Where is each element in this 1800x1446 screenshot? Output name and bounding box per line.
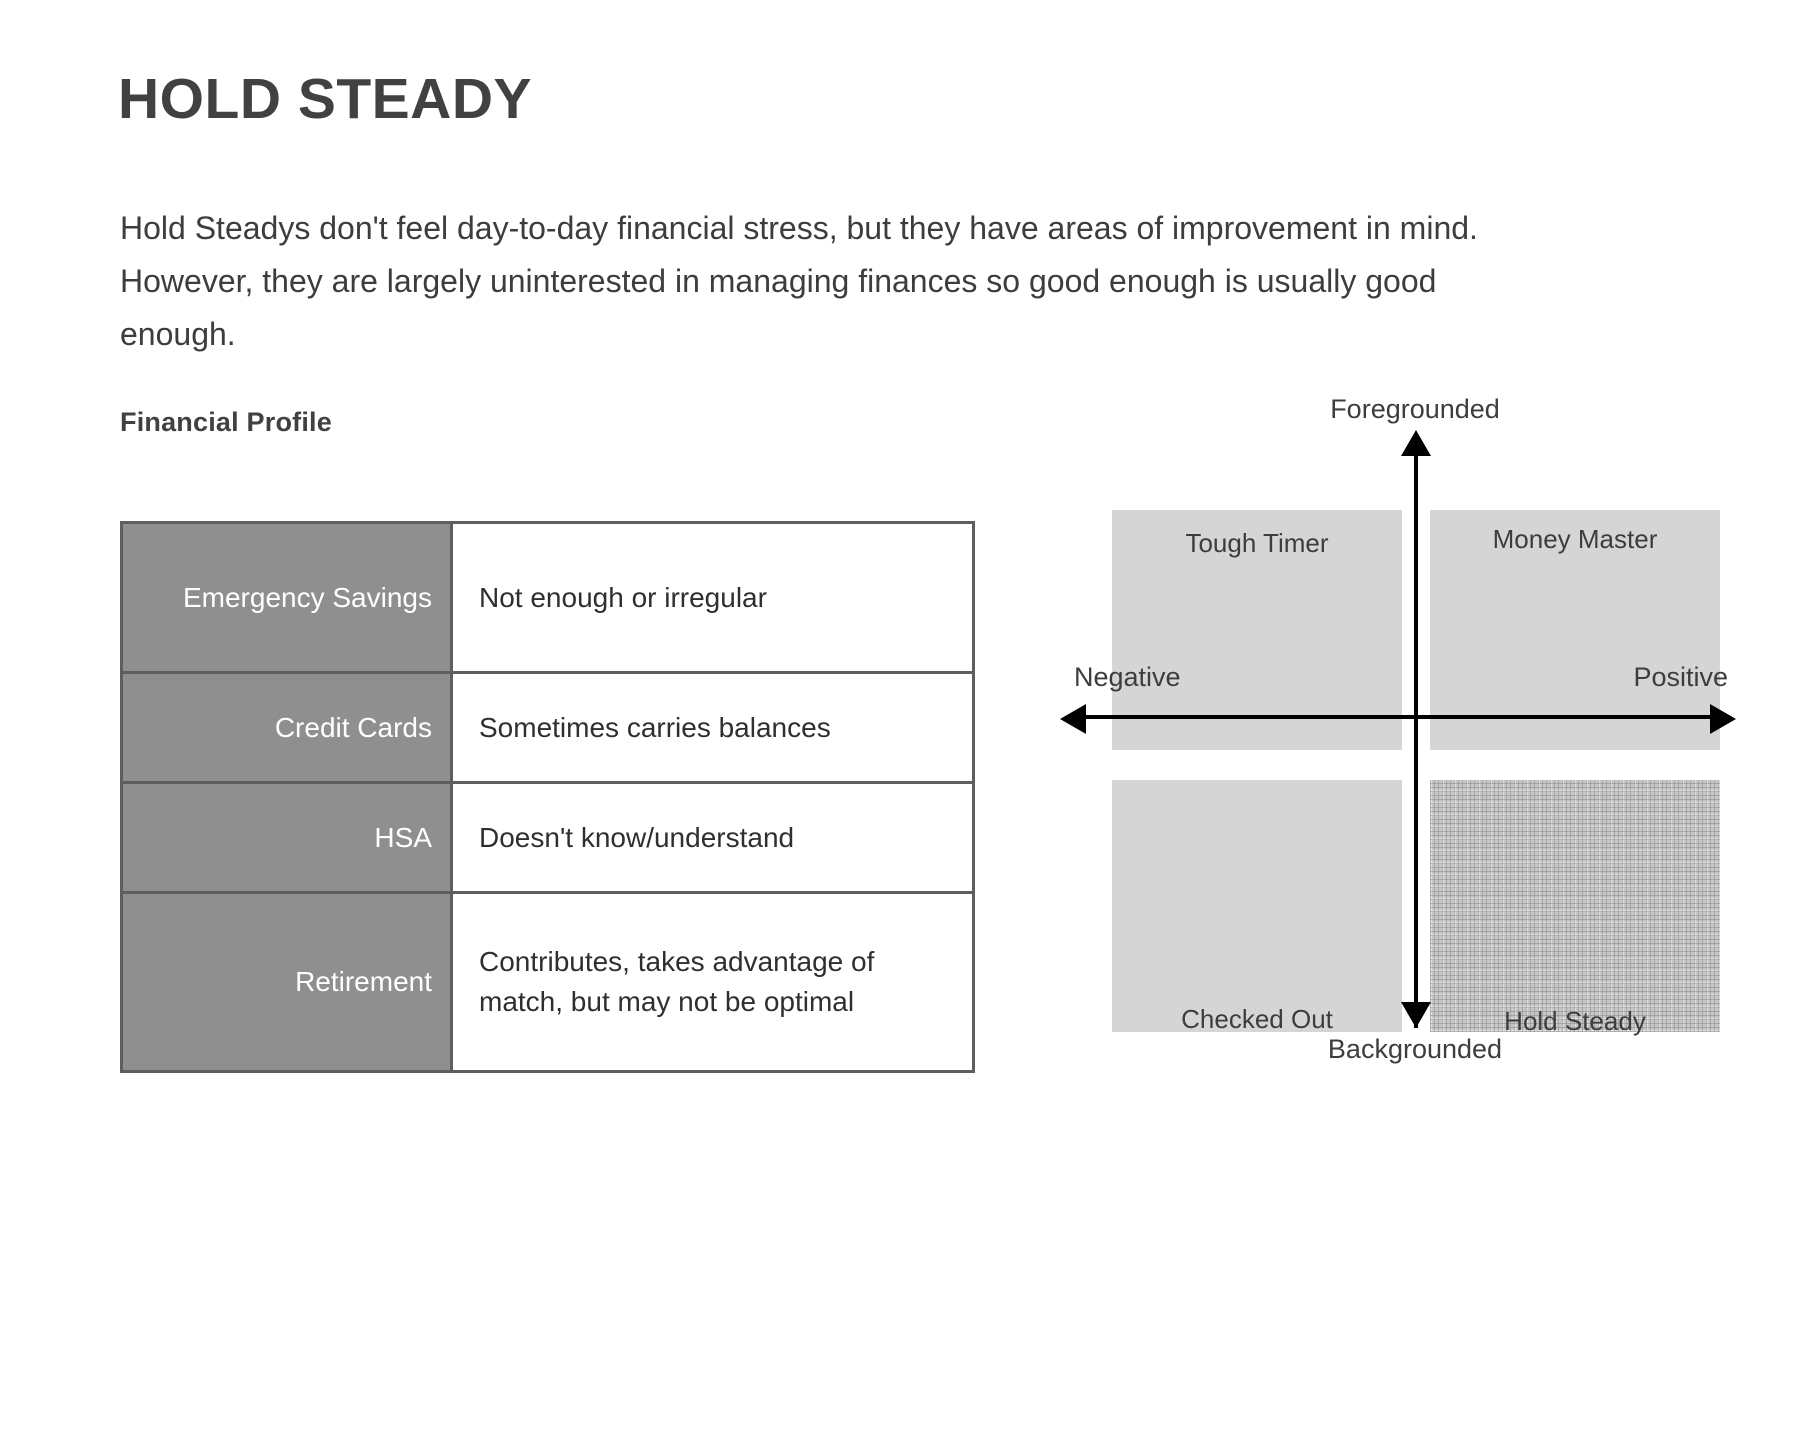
page-title: HOLD STEADY — [118, 67, 533, 132]
intro-paragraph: Hold Steadys don't feel day-to-day finan… — [120, 210, 1478, 353]
axis-label-positive: Positive — [1633, 662, 1728, 692]
quadrant-label-hold-steady: Hold Steady — [1504, 1006, 1646, 1036]
quadrant-hold-steady-highlighted — [1430, 780, 1720, 1032]
table-row-label: HSA — [123, 784, 453, 891]
table-row-value: Not enough or irregular — [453, 524, 972, 671]
axis-arrow-left-icon — [1060, 704, 1086, 734]
quadrant-grid — [1112, 510, 1724, 1032]
table-row: Credit Cards Sometimes carries balances — [123, 674, 972, 784]
slide-canvas: HOLD STEADY Hold Steadys don't feel day-… — [0, 0, 1800, 1446]
table-row-value: Doesn't know/understand — [453, 784, 972, 891]
table-row-value-container: Contributes, takes advantage of match, b… — [453, 894, 972, 1070]
horizontal-axis-line — [1078, 715, 1718, 719]
axis-label-backgrounded: Backgrounded — [1327, 1034, 1503, 1064]
axis-arrow-down-icon — [1401, 1002, 1431, 1028]
table-row-value: Contributes, takes advantage of match, b… — [479, 946, 875, 1017]
table-row: Retirement Contributes, takes advantage … — [123, 894, 972, 1070]
axis-label-negative: Negative — [1074, 662, 1181, 692]
financial-profile-table: Emergency Savings Not enough or irregula… — [120, 521, 975, 1073]
table-row-value: Sometimes carries balances — [453, 674, 972, 781]
axis-label-foregrounded: Foregrounded — [1330, 394, 1500, 424]
table-row-label: Credit Cards — [123, 674, 453, 781]
vertical-axis-line — [1414, 448, 1418, 1028]
table-row: Emergency Savings Not enough or irregula… — [123, 524, 972, 674]
quadrant-label-tough-timer: Tough Timer — [1185, 528, 1329, 558]
section-heading-financial-profile: Financial Profile — [120, 407, 332, 438]
table-row: HSA Doesn't know/understand — [123, 784, 972, 894]
table-row-label: Emergency Savings — [123, 524, 453, 671]
quadrant-chart: Tough Timer Money Master Checked Out Hol… — [1060, 394, 1740, 1064]
table-row-label: Retirement — [123, 894, 453, 1070]
axis-arrow-up-icon — [1401, 430, 1431, 456]
quadrant-label-money-master: Money Master — [1492, 524, 1658, 554]
axis-arrow-right-icon — [1710, 704, 1736, 734]
quadrant-checked-out — [1112, 780, 1402, 1032]
quadrant-label-checked-out: Checked Out — [1181, 1004, 1333, 1034]
